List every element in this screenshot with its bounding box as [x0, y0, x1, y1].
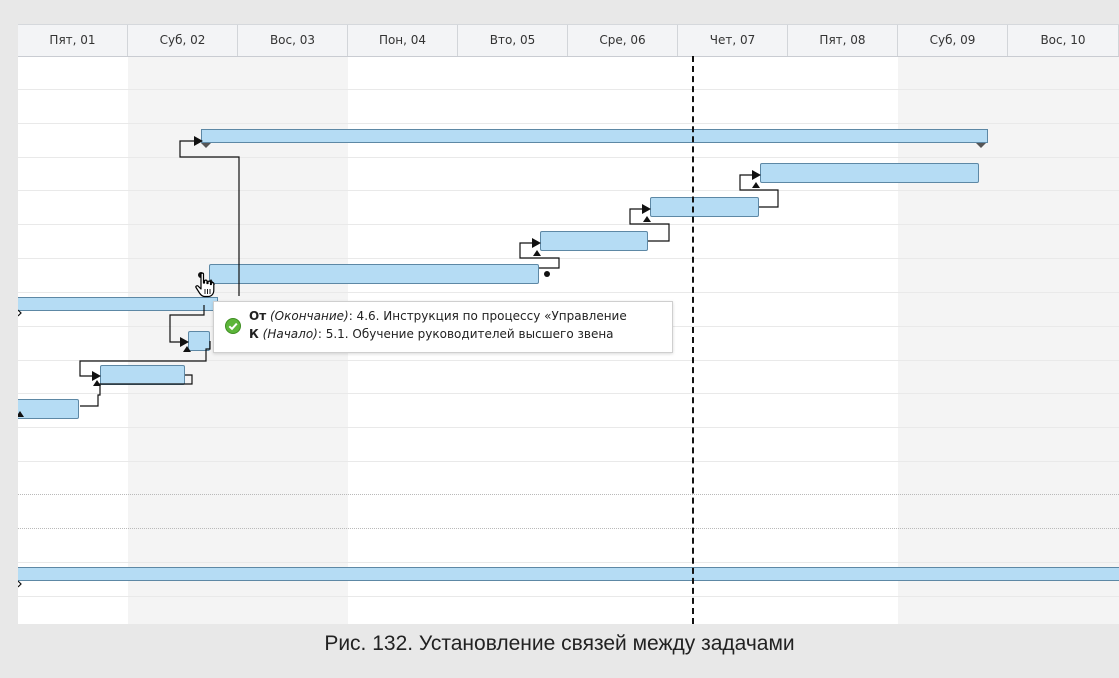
day-header: Пят, 08	[788, 25, 898, 56]
row-divider	[18, 224, 1119, 225]
day-header: Вос, 10	[1008, 25, 1119, 56]
timeline-header: Пят, 01 Суб, 02 Вос, 03 Пон, 04 Вто, 05 …	[18, 24, 1119, 57]
from-text: : 4.6. Инструкция по процессу «Управлени…	[348, 309, 627, 323]
day-header: Суб, 09	[898, 25, 1008, 56]
hand-pointer-icon	[195, 272, 215, 298]
figure-caption: Рис. 132. Установление связей между зада…	[324, 632, 795, 655]
row-divider	[18, 393, 1119, 394]
task-bar[interactable]	[760, 163, 979, 183]
row-divider	[18, 123, 1119, 124]
day-header: Чет, 07	[678, 25, 788, 56]
task-bar[interactable]	[209, 264, 539, 284]
day-header: Сре, 06	[568, 25, 678, 56]
check-circle-icon	[225, 318, 241, 334]
gantt-chart: Пят, 01 Суб, 02 Вос, 03 Пон, 04 Вто, 05 …	[18, 24, 1119, 624]
row-divider	[18, 528, 1119, 529]
tooltip-from-line: От (Окончание): 4.6. Инструкция по проце…	[249, 309, 627, 323]
day-header: Пят, 01	[18, 25, 128, 56]
row-divider	[18, 596, 1119, 597]
row-divider	[18, 494, 1119, 495]
day-header: Вос, 03	[238, 25, 348, 56]
task-bar[interactable]	[188, 331, 210, 351]
day-header: Суб, 02	[128, 25, 238, 56]
summary-task-bar[interactable]	[201, 129, 988, 143]
row-divider	[18, 258, 1119, 259]
to-type: (Начало)	[262, 327, 318, 341]
row-divider	[18, 89, 1119, 90]
from-type: (Окончание)	[269, 309, 349, 323]
task-bar[interactable]	[100, 365, 185, 385]
row-divider	[18, 427, 1119, 428]
task-bar[interactable]	[18, 399, 79, 419]
day-header: Вто, 05	[458, 25, 568, 56]
summary-task-bar[interactable]	[18, 297, 218, 311]
row-divider	[18, 461, 1119, 462]
day-header: Пон, 04	[348, 25, 458, 56]
row-divider	[18, 562, 1119, 563]
row-divider	[18, 292, 1119, 293]
to-text: : 5.1. Обучение руководителей высшего зв…	[317, 327, 614, 341]
task-bar[interactable]	[650, 197, 759, 217]
from-label: От	[249, 309, 267, 323]
project-summary-bar[interactable]	[18, 567, 1119, 581]
row-divider	[18, 190, 1119, 191]
tooltip-to-line: К (Начало): 5.1. Обучение руководителей …	[249, 327, 614, 341]
today-marker-line	[692, 56, 694, 624]
to-label: К	[249, 327, 259, 341]
row-divider	[18, 360, 1119, 361]
task-bar[interactable]	[540, 231, 648, 251]
row-divider	[18, 157, 1119, 158]
link-tooltip: От (Окончание): 4.6. Инструкция по проце…	[213, 301, 673, 353]
